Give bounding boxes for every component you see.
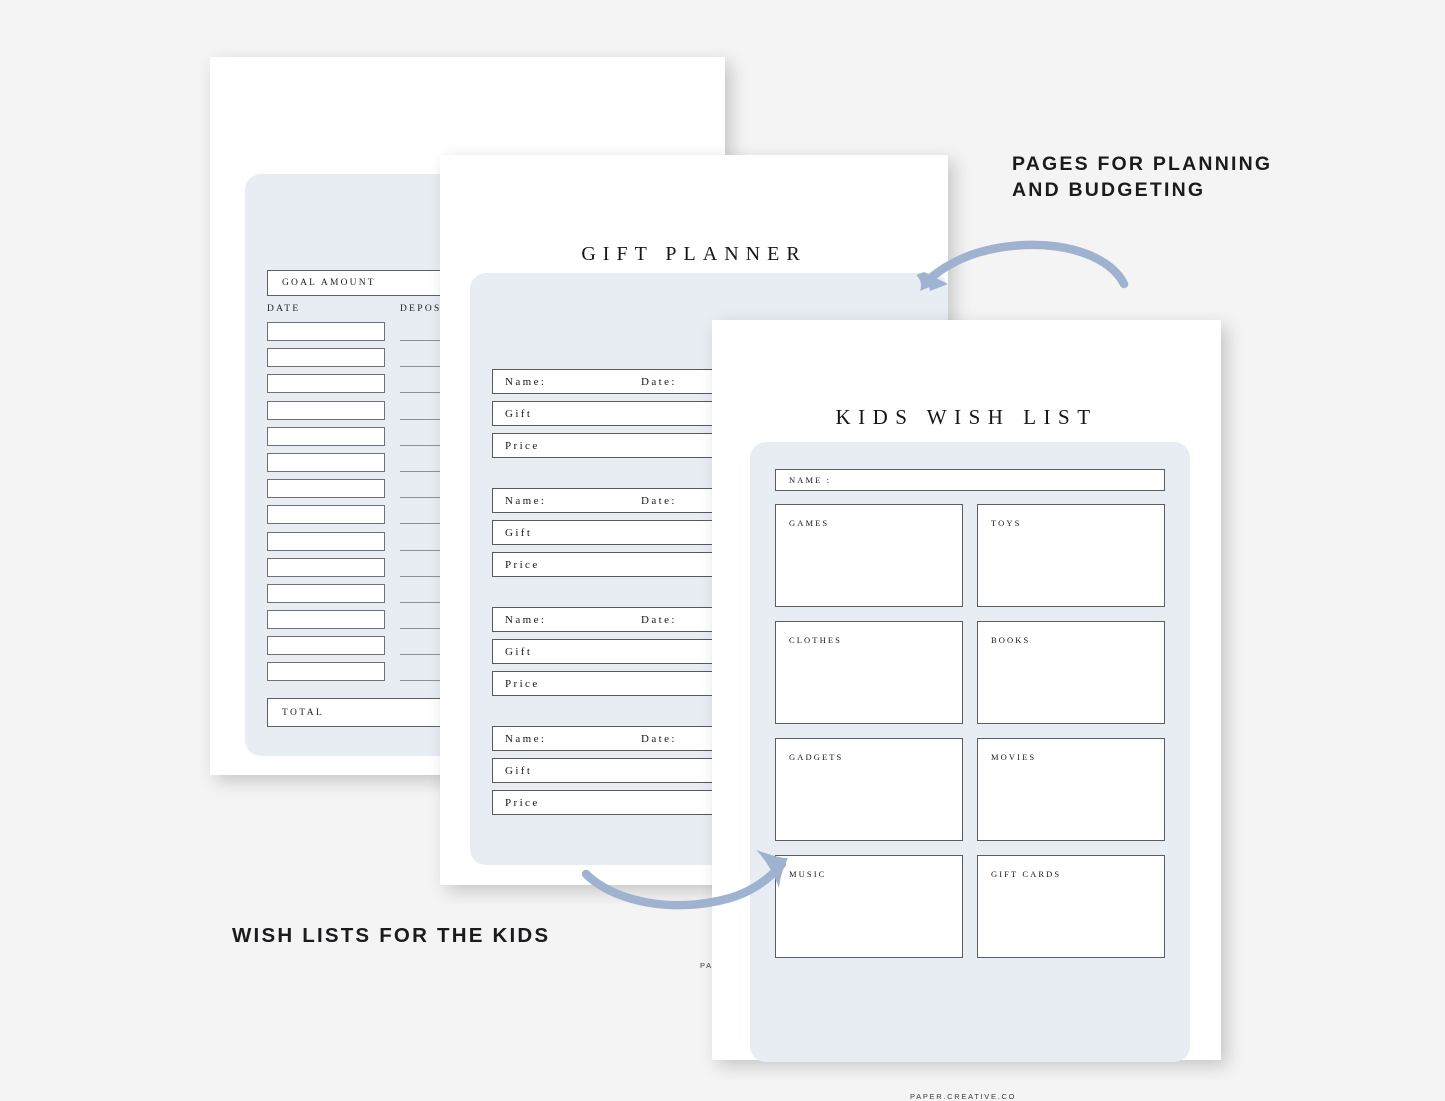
wish-category-box[interactable]: BOOKS: [977, 621, 1165, 724]
date-entry-box[interactable]: [267, 322, 385, 341]
date-entry-box[interactable]: [267, 479, 385, 499]
date-entry-box[interactable]: [267, 374, 385, 394]
column-header-date: DATE: [267, 304, 301, 314]
gift-name-label: Name:: [505, 732, 547, 745]
gift-price-label: Price: [505, 439, 540, 452]
gift-item-label: Gift: [505, 764, 533, 777]
date-entry-box[interactable]: [267, 426, 385, 446]
top-right-annotation: PAGES FOR PLANNING AND BUDGETING: [1012, 153, 1273, 201]
date-entry-box[interactable]: [267, 348, 385, 368]
date-entry-column: [267, 322, 385, 689]
wish-category-label: GIFT CARDS: [991, 869, 1062, 879]
wish-category-label: MOVIES: [991, 752, 1037, 762]
kids-wish-list-panel: NAME : GAMES TOYS CLOTHES BOOKS GADGETS MOVIE…: [750, 442, 1190, 1101]
gift-name-label: Name:: [505, 375, 547, 388]
wish-category-box[interactable]: TOYS: [977, 504, 1165, 607]
gift-date-label: Date:: [641, 613, 677, 626]
date-entry-box[interactable]: [267, 400, 385, 420]
wish-category-label: MUSIC: [789, 869, 827, 879]
date-entry-box[interactable]: [267, 452, 385, 472]
child-name-field[interactable]: NAME :: [775, 469, 1165, 491]
wish-category-box[interactable]: GAMES: [775, 504, 963, 607]
wish-category-box[interactable]: GIFT CARDS: [977, 855, 1165, 958]
wish-category-label: BOOKS: [991, 635, 1031, 645]
gift-price-label: Price: [505, 677, 540, 690]
gift-date-label: Date:: [641, 732, 677, 745]
date-entry-box[interactable]: [267, 505, 385, 525]
gift-date-label: Date:: [641, 494, 677, 507]
date-entry-box[interactable]: [267, 610, 385, 630]
gift-item-label: Gift: [505, 645, 533, 658]
kids-wish-list-page[interactable]: KIDS WISH LIST NAME : GAMES TOYS CLOTHES BO…: [712, 320, 1221, 1101]
wish-category-label: TOYS: [991, 518, 1022, 528]
wish-category-box[interactable]: MUSIC: [775, 855, 963, 958]
gift-item-label: Gift: [505, 407, 533, 420]
gift-item-label: Gift: [505, 526, 533, 539]
wish-category-box[interactable]: GADGETS: [775, 738, 963, 841]
gift-planner-title: GIFT PLANNER: [581, 243, 807, 265]
wish-category-label: GAMES: [789, 518, 830, 528]
wish-category-grid: GAMES TOYS CLOTHES BOOKS GADGETS MOVIES MUSIC G…: [775, 504, 1165, 958]
mockup-canvas: SAVINGS PLANNER GOAL AMOUNT DATE DEPOSIT…: [0, 0, 1445, 1101]
wish-category-label: CLOTHES: [789, 635, 842, 645]
wish-category-box[interactable]: MOVIES: [977, 738, 1165, 841]
date-entry-box[interactable]: [267, 583, 385, 603]
child-name-label: NAME :: [789, 475, 832, 485]
date-entry-box[interactable]: [267, 557, 385, 577]
date-entry-box[interactable]: [267, 531, 385, 551]
bottom-left-annotation: WISH LISTS FOR THE KIDS: [232, 924, 551, 947]
wish-category-label: GADGETS: [789, 752, 844, 762]
wish-category-box[interactable]: CLOTHES: [775, 621, 963, 724]
gift-price-label: Price: [505, 796, 540, 809]
total-label: TOTAL: [282, 707, 325, 718]
gift-price-label: Price: [505, 558, 540, 571]
kids-footer-watermark: PAPER.CREATIVE.CO: [910, 1092, 1017, 1101]
kids-wish-list-title: KIDS WISH LIST: [835, 405, 1098, 429]
gift-date-label: Date:: [641, 375, 677, 388]
date-entry-box[interactable]: [267, 662, 385, 682]
gift-name-label: Name:: [505, 494, 547, 507]
gift-name-label: Name:: [505, 613, 547, 626]
date-entry-box[interactable]: [267, 636, 385, 656]
goal-amount-label: GOAL AMOUNT: [282, 278, 376, 288]
